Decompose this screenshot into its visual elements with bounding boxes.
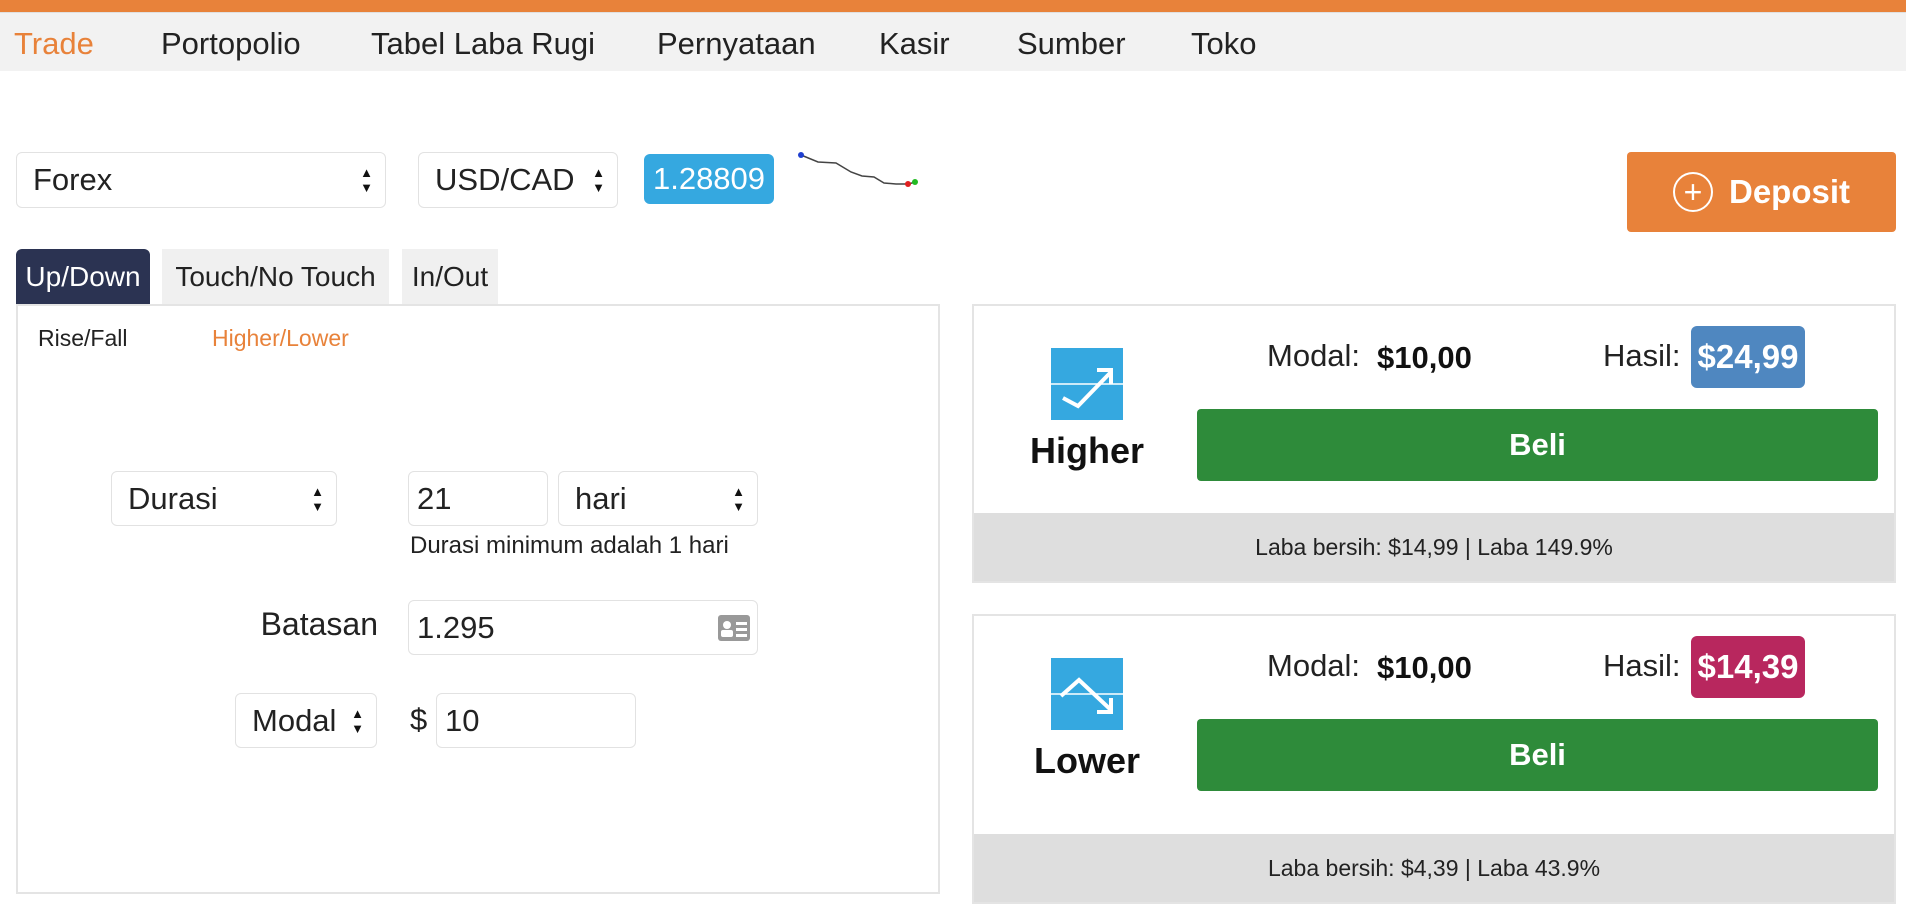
subtab-higher-lower[interactable]: Higher/Lower — [212, 325, 349, 352]
stake-label: Modal: — [1267, 648, 1361, 683]
duration-unit-select[interactable]: hari ▲ ▼ — [558, 471, 758, 526]
stake-label: Modal: — [1267, 338, 1361, 373]
id-card-icon[interactable] — [717, 614, 751, 642]
amount-type-select[interactable]: Modal ▲ ▼ — [235, 693, 377, 748]
tab-in-out[interactable]: In/Out — [402, 249, 498, 304]
payout-value: $24,99 — [1691, 326, 1805, 388]
trend-down-icon — [1051, 658, 1123, 730]
select-arrows-icon: ▲ ▼ — [311, 483, 324, 514]
amount-input[interactable]: 10 — [436, 693, 636, 748]
barrier-value: 1.295 — [417, 609, 495, 645]
duration-value: 21 — [417, 480, 452, 516]
deposit-button-label: Deposit — [1728, 173, 1850, 210]
nav-item-profit-table[interactable]: Tabel Laba Rugi — [371, 26, 595, 62]
price-sparkline — [798, 152, 918, 187]
select-arrows-icon: ▲ ▼ — [732, 483, 745, 514]
payout-value: $14,39 — [1691, 636, 1805, 698]
barrier-input[interactable]: 1.295 — [408, 600, 758, 655]
nav-item-resources[interactable]: Sumber — [1017, 26, 1126, 62]
contract-name: Higher — [1029, 430, 1144, 471]
nav-item-statement[interactable]: Pernyataan — [657, 26, 816, 62]
top-accent-bar — [0, 0, 1906, 12]
nav-item-portfolio[interactable]: Portopolio — [161, 26, 301, 62]
net-profit-text: Laba bersih: $4,39 | Laba 43.9% — [974, 834, 1894, 902]
subtab-rise-fall[interactable]: Rise/Fall — [38, 325, 127, 352]
amount-type-value: Modal — [252, 702, 337, 738]
asset-select[interactable]: USD/CAD ▲ ▼ — [418, 152, 618, 208]
trade-form-panel: Rise/Fall Higher/Lower Durasi ▲ ▼ 21 hari… — [16, 304, 940, 894]
contract-name: Lower — [1033, 740, 1140, 781]
nav-item-shop[interactable]: Toko — [1191, 26, 1256, 62]
net-profit-text: Laba bersih: $14,99 | Laba 149.9% — [974, 513, 1894, 581]
duration-value-input[interactable]: 21 — [408, 471, 548, 526]
currency-symbol: $ — [410, 702, 428, 737]
nav-item-trade[interactable]: Trade — [14, 26, 94, 62]
barrier-label: Batasan — [260, 606, 378, 642]
stake-value: $10,00 — [1377, 340, 1472, 375]
trend-up-icon — [1051, 348, 1123, 420]
select-arrows-icon: ▲ ▼ — [351, 705, 364, 736]
select-arrows-icon: ▲ ▼ — [592, 165, 605, 195]
amount-value: 10 — [445, 702, 480, 738]
spot-price-badge: 1.28809 — [644, 154, 774, 204]
plus-circle-icon: + — [1672, 172, 1713, 212]
contract-card-higher: Higher Modal: $10,00 Hasil: $24,99 Beli … — [972, 304, 1896, 583]
contract-card-lower: Lower Modal: $10,00 Hasil: $14,39 Beli L… — [972, 614, 1896, 904]
deposit-button[interactable]: + Deposit — [1627, 152, 1896, 232]
tab-touch-no-touch[interactable]: Touch/No Touch — [162, 249, 389, 304]
market-select-value: Forex — [33, 162, 113, 197]
buy-lower-button[interactable]: Beli — [1197, 719, 1878, 791]
select-arrows-icon: ▲ ▼ — [360, 165, 373, 195]
duration-help-text: Durasi minimum adalah 1 hari — [410, 532, 729, 559]
main-nav: Trade Portopolio Tabel Laba Rugi Pernyat… — [0, 12, 1906, 71]
market-select[interactable]: Forex ▲ ▼ — [16, 152, 386, 208]
stake-value: $10,00 — [1377, 650, 1472, 685]
duration-type-value: Durasi — [128, 480, 218, 516]
payout-label: Hasil: — [1603, 648, 1681, 683]
buy-higher-button[interactable]: Beli — [1197, 409, 1878, 481]
duration-type-select[interactable]: Durasi ▲ ▼ — [111, 471, 337, 526]
duration-unit-value: hari — [575, 480, 627, 516]
tab-up-down[interactable]: Up/Down — [16, 249, 150, 304]
nav-item-cashier[interactable]: Kasir — [879, 26, 950, 62]
asset-select-value: USD/CAD — [435, 162, 575, 197]
payout-label: Hasil: — [1603, 338, 1681, 373]
